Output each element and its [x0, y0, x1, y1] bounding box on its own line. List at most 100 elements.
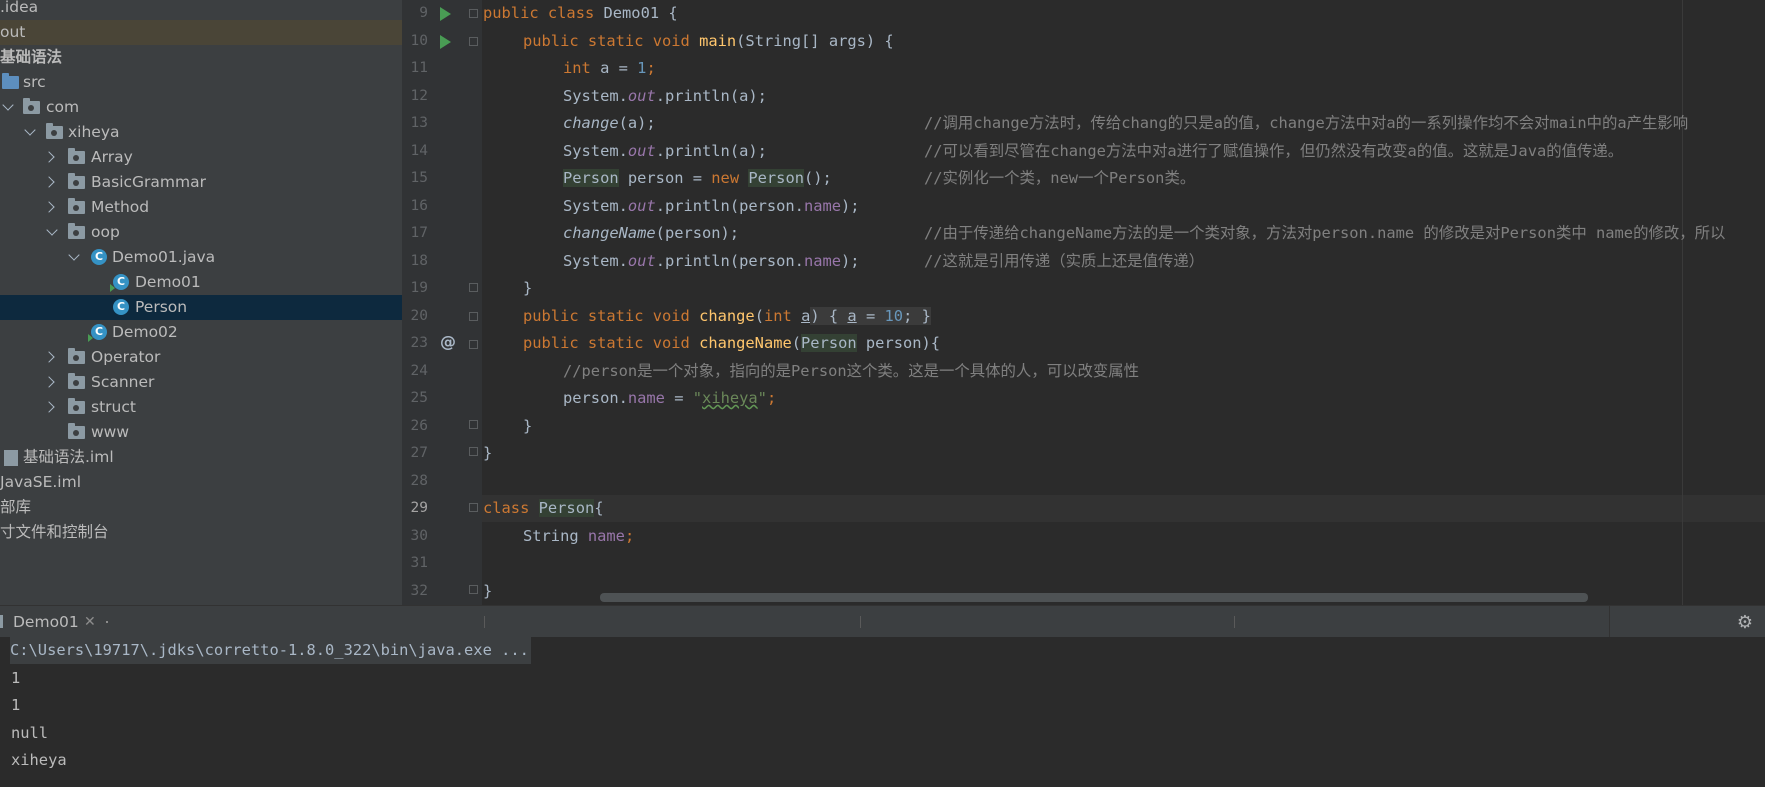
- chevron-right-icon[interactable]: [43, 401, 55, 413]
- line-number: 11: [410, 60, 428, 76]
- tree-item-basicgrammar[interactable]: BasicGrammar: [0, 170, 402, 195]
- run-icon[interactable]: [440, 7, 451, 21]
- close-tab-icon[interactable]: ✕: [84, 606, 96, 638]
- static-field: out: [627, 142, 656, 160]
- tree-item-xiheya[interactable]: xiheya: [0, 120, 402, 145]
- code-line-19[interactable]: }: [523, 275, 532, 302]
- chevron-right-icon[interactable]: [43, 176, 55, 188]
- tree-item-idea[interactable]: .idea: [0, 0, 402, 20]
- fold-marker-icon[interactable]: [469, 283, 478, 292]
- code-line-15[interactable]: Person person = new Person();//实例化一个类，ne…: [563, 165, 1195, 192]
- tree-item-label: 寸文件和控制台: [0, 523, 109, 541]
- fold-marker-icon[interactable]: [469, 312, 478, 321]
- code-line-24[interactable]: //person是一个对象，指向的是Person这个类。这是一个具体的人，可以改…: [563, 358, 1139, 385]
- fold-marker-icon[interactable]: [469, 340, 478, 349]
- code-line-10[interactable]: public static void main(String[] args) {: [523, 28, 894, 55]
- code-token: Demo01 {: [594, 4, 678, 22]
- code-line-29[interactable]: class Person{: [483, 495, 604, 522]
- chevron-right-icon[interactable]: [43, 201, 55, 213]
- tree-item-method[interactable]: Method: [0, 195, 402, 220]
- tree-item-scratches[interactable]: 寸文件和控制台: [0, 520, 402, 545]
- code-line-16[interactable]: System.out.println(person.name);: [563, 193, 860, 220]
- chevron-down-icon[interactable]: [24, 124, 36, 136]
- parameter: a: [801, 307, 811, 325]
- chevron-right-icon[interactable]: [43, 351, 55, 363]
- code-token: );: [841, 252, 860, 270]
- fold-marker-icon[interactable]: [469, 585, 478, 594]
- line-number: 23: [410, 335, 428, 351]
- code-token: person =: [618, 169, 712, 187]
- fold-marker-icon[interactable]: [469, 420, 478, 429]
- code-line-26[interactable]: }: [523, 413, 532, 440]
- code-line-25[interactable]: person.name = "xiheya";: [563, 385, 776, 412]
- tree-item-demo01-class[interactable]: C Demo01: [0, 270, 402, 295]
- tree-item-label: src: [23, 73, 46, 91]
- tree-item-array[interactable]: Array: [0, 145, 402, 170]
- fold-marker-icon[interactable]: [469, 503, 478, 512]
- tree-item-external-libs[interactable]: 部库: [0, 495, 402, 520]
- folded-body[interactable]: ) { a = 10; }: [810, 307, 931, 325]
- tree-item-scanner[interactable]: Scanner: [0, 370, 402, 395]
- code-token: System.: [563, 252, 628, 270]
- chevron-down-icon[interactable]: [68, 249, 80, 261]
- code-token: System.: [563, 87, 628, 105]
- code-token: =: [664, 389, 693, 407]
- project-tree[interactable]: .idea out 基础语法 src com xiheya Array Basi…: [0, 0, 402, 605]
- code-line-23[interactable]: public static void changeName(Person per…: [523, 330, 940, 357]
- chevron-right-icon[interactable]: [43, 376, 55, 388]
- tree-item-operator[interactable]: Operator: [0, 345, 402, 370]
- code-line-11[interactable]: int a = 1;: [563, 55, 656, 82]
- line-number: 26: [410, 418, 428, 434]
- number-literal: 10: [884, 307, 904, 325]
- tree-item-com[interactable]: com: [0, 95, 402, 120]
- package-icon: [68, 348, 85, 364]
- chevron-down-icon[interactable]: [2, 99, 14, 111]
- keyword: class: [483, 499, 530, 517]
- chevron-right-icon[interactable]: [43, 151, 55, 163]
- fold-marker-icon[interactable]: [469, 447, 478, 456]
- tree-item-module[interactable]: 基础语法: [0, 45, 402, 70]
- code-token: person.: [563, 389, 628, 407]
- annotation-at-icon[interactable]: @: [440, 332, 456, 351]
- run-config-icon: [0, 615, 3, 628]
- code-line-27[interactable]: }: [483, 440, 492, 467]
- fold-marker-icon[interactable]: [469, 9, 478, 18]
- tree-item-person[interactable]: C Person: [0, 295, 402, 320]
- code-line-18[interactable]: System.out.println(person.name); //这就是引用传…: [563, 248, 1204, 275]
- code-line-12[interactable]: System.out.println(a);: [563, 83, 767, 110]
- tree-item-label: xiheya: [68, 123, 120, 141]
- package-icon: [68, 198, 85, 214]
- static-field: out: [627, 87, 656, 105]
- tree-item-javase-iml[interactable]: JavaSE.iml: [0, 470, 402, 495]
- code-line-9[interactable]: public class Demo01 {: [483, 0, 678, 27]
- tree-item-label: Demo02: [112, 323, 178, 341]
- gear-icon[interactable]: ⚙: [1737, 612, 1753, 633]
- tree-item-label: www: [91, 423, 130, 441]
- tree-item-module-iml[interactable]: 基础语法.iml: [0, 445, 402, 470]
- code-line-30[interactable]: String name;: [523, 523, 634, 550]
- tree-item-struct[interactable]: struct: [0, 395, 402, 420]
- console-output[interactable]: C:\Users\19717\.jdks\corretto-1.8.0_322\…: [0, 637, 1765, 787]
- tree-item-src[interactable]: src: [0, 70, 402, 95]
- keyword: public static void: [523, 307, 690, 325]
- fold-marker-icon[interactable]: [469, 37, 478, 46]
- run-icon[interactable]: [440, 35, 451, 49]
- horizontal-scrollbar[interactable]: [600, 593, 1588, 602]
- tree-item-demo01-java[interactable]: C Demo01.java: [0, 245, 402, 270]
- code-token: }: [523, 279, 533, 297]
- tree-item-demo02[interactable]: C Demo02: [0, 320, 402, 345]
- tab-dot: [106, 621, 108, 623]
- code-line-14[interactable]: System.out.println(a); //可以看到尽管在change方法中…: [563, 138, 1623, 165]
- tree-item-www[interactable]: www: [0, 420, 402, 445]
- tree-item-oop[interactable]: oop: [0, 220, 402, 245]
- code-line-13[interactable]: change(a); //调用change方法时，传给chang的只是a的值，ch…: [563, 110, 1688, 137]
- code-line-32[interactable]: }: [483, 578, 492, 605]
- line-number: 13: [410, 115, 428, 131]
- string-quote: ": [692, 389, 703, 407]
- code-line-17[interactable]: changeName(person); //由于传递给changeName方法的是…: [563, 220, 1725, 247]
- code-line-20[interactable]: public static void change(int a) { a = 1…: [523, 303, 931, 330]
- run-tab[interactable]: Demo01 ✕: [0, 606, 108, 638]
- tree-item-out[interactable]: out: [0, 20, 402, 45]
- chevron-down-icon[interactable]: [46, 224, 58, 236]
- static-field: out: [627, 197, 656, 215]
